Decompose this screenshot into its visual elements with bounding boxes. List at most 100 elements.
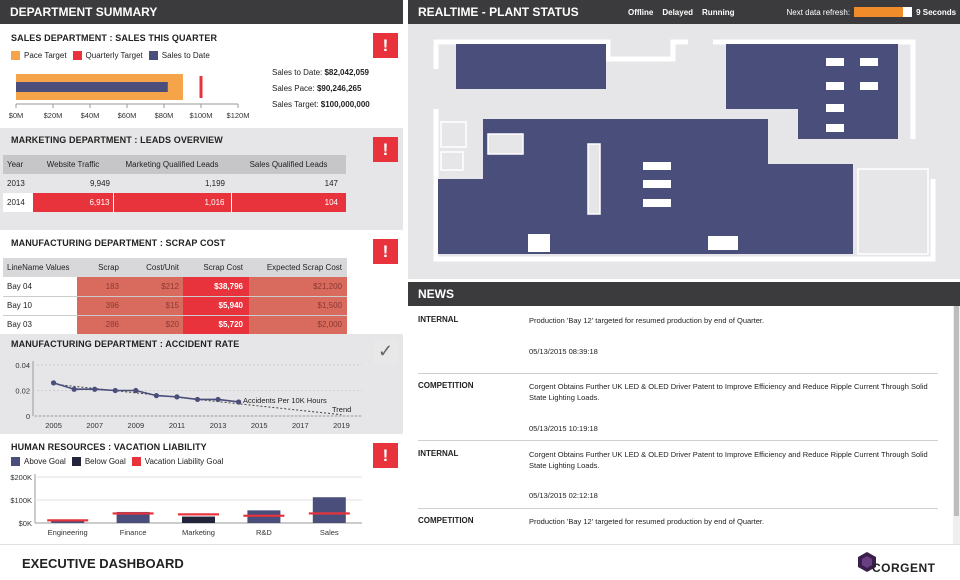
trend-label: Trend <box>332 405 351 414</box>
sales-tick-label: $20M <box>44 111 63 120</box>
hr-category-label: Sales <box>320 528 339 537</box>
sales-to-date-row: Sales to Date: $82,042,059 <box>272 68 369 77</box>
accident-point <box>112 387 118 394</box>
refresh-label: Next data refresh: <box>786 7 851 17</box>
accident-series-label: Accidents Per 10K Hours <box>243 396 327 405</box>
news-text: Corgent Obtains Further UK LED & OLED Dr… <box>529 450 928 470</box>
scrap-col-scrap[interactable]: Scrap <box>77 258 123 277</box>
pace-target-swatch <box>11 51 20 60</box>
accident-point <box>153 393 159 399</box>
news-text: Corgent Obtains Further UK LED & OLED Dr… <box>529 382 928 402</box>
accident-x-tick-label: 2019 <box>333 421 350 430</box>
sales-summary: Sales to Date: $82,042,059 Sales Pace: $… <box>272 65 370 113</box>
scrap-col-cost-unit[interactable]: Cost/Unit <box>123 258 183 277</box>
scrap-col-scrap-cost[interactable]: Scrap Cost <box>183 258 249 277</box>
sales-tick-label: $80M <box>155 111 174 120</box>
accident-x-tick-label: 2005 <box>45 421 62 430</box>
plant-status-title: REALTIME - PLANT STATUS <box>418 5 579 19</box>
leads-col-year[interactable]: Year <box>3 155 33 174</box>
scrap-row: Bay 03 286 $20 $5,720 $2,000 <box>3 315 347 334</box>
sales-tick-label: $0M <box>9 111 24 120</box>
leads-col-sql[interactable]: Sales Qualified Leads <box>231 155 346 174</box>
leads-col-mql[interactable]: Marketing Qualified Leads <box>113 155 231 174</box>
news-date: 05/13/2015 02:12:18 <box>529 491 598 500</box>
news-item[interactable]: INTERNAL Production 'Bay 12' targeted fo… <box>418 314 938 374</box>
sales-panel: SALES DEPARTMENT : SALES THIS QUARTER ! … <box>0 24 403 128</box>
news-divider <box>418 508 938 509</box>
status-running[interactable]: Running <box>702 8 734 17</box>
sales-to-date-legend: Sales to Date <box>161 51 210 60</box>
liability-goal-marker <box>47 519 89 522</box>
accident-point <box>194 396 201 403</box>
accident-x-tick-label: 2009 <box>127 421 144 430</box>
accident-y-tick-label: 0 <box>26 412 30 421</box>
plant-status-header: REALTIME - PLANT STATUS Offline Delayed … <box>408 0 960 24</box>
quarterly-target-legend: Quarterly Target <box>85 51 143 60</box>
scrap-row: Bay 04 183 $212 $38,796 $21,200 <box>3 277 347 296</box>
plant-map[interactable] <box>408 24 960 279</box>
department-summary-header: DEPARTMENT SUMMARY <box>0 0 403 24</box>
news-divider <box>418 373 938 374</box>
sales-target-value: $100,000,000 <box>320 100 370 109</box>
hr-category-label: R&D <box>256 528 272 537</box>
sales-to-date-bar <box>16 82 168 92</box>
accident-x-tick-label: 2017 <box>292 421 309 430</box>
accident-y-tick-label: 0.02 <box>15 387 30 396</box>
accident-point <box>215 396 221 403</box>
news-scrollbar[interactable] <box>953 306 960 544</box>
news-scrollbar-thumb[interactable] <box>954 306 959 516</box>
brand-name: CORGENT <box>872 561 936 575</box>
news-category: INTERNAL <box>418 449 459 458</box>
accident-panel: MANUFACTURING DEPARTMENT : ACCIDENT RATE… <box>0 334 403 434</box>
scrap-table: LineName Values Scrap Cost/Unit Scrap Co… <box>3 258 347 334</box>
leads-col-traffic[interactable]: Website Traffic <box>33 155 113 174</box>
hr-category-label: Engineering <box>48 528 88 537</box>
floor-plan <box>433 39 936 262</box>
quarterly-target-marker <box>199 76 203 98</box>
news-item[interactable]: COMPETITION Production 'Bay 12' targeted… <box>418 515 938 535</box>
sales-tick-label: $40M <box>81 111 100 120</box>
scrap-col-expected[interactable]: Expected Scrap Cost <box>249 258 347 277</box>
accident-point <box>50 380 57 386</box>
refresh-progress-bar <box>854 7 913 17</box>
news-category: COMPETITION <box>418 381 474 390</box>
liability-goal-marker <box>308 512 350 515</box>
hr-category-label: Marketing <box>182 528 215 537</box>
below-goal-bar <box>182 516 215 523</box>
sales-alert-icon[interactable]: ! <box>373 33 398 58</box>
corgent-logo[interactable]: CORGENT <box>856 549 946 577</box>
liability-goal-marker <box>112 512 154 515</box>
status-offline[interactable]: Offline <box>628 8 653 17</box>
status-delayed[interactable]: Delayed <box>662 8 693 17</box>
hr-y-tick-label: $100K <box>10 496 32 505</box>
scrap-col-line[interactable]: LineName Values <box>3 258 77 277</box>
department-summary-title: DEPARTMENT SUMMARY <box>10 5 158 19</box>
news-header: NEWS <box>408 282 960 306</box>
news-date: 05/13/2015 08:39:18 <box>529 347 598 356</box>
sales-to-date-value: $82,042,059 <box>324 68 369 77</box>
hr-y-tick-label: $200K <box>10 473 32 482</box>
vacation-liability-chart: $200K $100K $0K Engineering Finance Marketing… <box>10 473 362 537</box>
liability-goal-marker <box>243 514 285 517</box>
news-category: INTERNAL <box>418 315 459 324</box>
news-item[interactable]: COMPETITION Corgent Obtains Further UK L… <box>418 380 938 440</box>
sales-to-date-swatch <box>148 51 158 60</box>
news-divider <box>418 440 938 441</box>
refresh-progress-fill <box>854 7 904 17</box>
accident-point <box>133 387 139 394</box>
scrap-header-row: LineName Values Scrap Cost/Unit Scrap Co… <box>3 258 347 277</box>
news-item[interactable]: INTERNAL Corgent Obtains Further UK LED … <box>418 448 938 508</box>
scrap-panel-title: MANUFACTURING DEPARTMENT : SCRAP COST <box>11 238 226 248</box>
accident-point <box>236 399 242 405</box>
news-date: 05/13/2015 10:19:18 <box>529 424 598 433</box>
accident-x-tick-label: 2015 <box>251 421 268 430</box>
sales-pace-value: $90,246,265 <box>316 84 362 93</box>
sales-panel-title: SALES DEPARTMENT : SALES THIS QUARTER <box>11 33 218 43</box>
leads-table: Year Website Traffic Marketing Qualified… <box>3 155 346 212</box>
marketing-panel: MARKETING DEPARTMENT : LEADS OVERVIEW ! … <box>0 128 403 230</box>
hr-category-label: Finance <box>120 528 147 537</box>
liability-goal-marker <box>178 513 219 516</box>
marketing-alert-icon[interactable]: ! <box>373 137 398 162</box>
scrap-alert-icon[interactable]: ! <box>373 239 398 264</box>
accident-line-chart: 0.04 0.02 0 2005 2007 2009 2011 2013 2015 2017 201… <box>15 361 362 430</box>
